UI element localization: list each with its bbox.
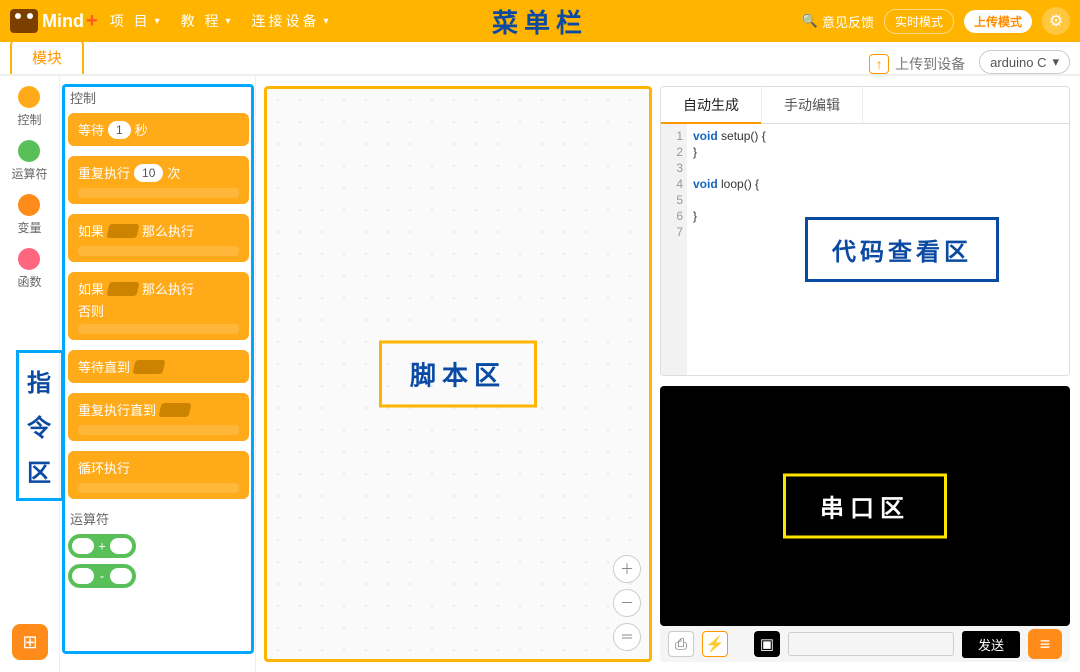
chevron-down-icon: ▾: [1052, 54, 1059, 70]
serial-panel: 串口区: [660, 386, 1070, 626]
chevron-down-icon: ▾: [324, 16, 332, 27]
code-panel: 自动生成 手动编辑 1234567 void setup() {}void lo…: [660, 86, 1070, 376]
category-functions[interactable]: 函数: [17, 248, 41, 290]
block-if[interactable]: 如果那么执行: [68, 214, 249, 262]
logo-plus: +: [86, 10, 98, 33]
palette-section-operators: 运算符: [70, 509, 249, 528]
code-area-annotation: 代码查看区: [805, 217, 999, 282]
block-forever[interactable]: 循环执行: [68, 451, 249, 499]
zoom-in-button[interactable]: ＋: [613, 555, 641, 583]
tab-blocks[interactable]: 模块: [10, 39, 84, 74]
block-if-else[interactable]: 如果那么执行 否则: [68, 272, 249, 340]
block-sub[interactable]: -: [68, 564, 136, 588]
block-wait[interactable]: 等待1秒: [68, 113, 249, 146]
block-palette: 控制 等待1秒 重复执行10次 如果那么执行 如果那么执行 否则 等待直到 重复…: [60, 76, 256, 672]
serial-area-annotation: 串口区: [783, 474, 947, 539]
main-area: 控制 运算符 变量 函数 ⊞ 控制 等待1秒 重复执行10次 如果那么执行 如果…: [0, 76, 1080, 672]
zoom-reset-button[interactable]: ＝: [613, 623, 641, 651]
category-operators[interactable]: 运算符: [11, 140, 47, 182]
chevron-down-icon: ▾: [226, 16, 234, 27]
menu-bar: Mind + 项 目▾ 教 程▾ 连接设备▾ 菜单栏 🔍意见反馈 实时模式 上传…: [0, 0, 1080, 42]
script-area-annotation: 脚本区: [379, 341, 537, 408]
mode-live-button[interactable]: 实时模式: [884, 9, 954, 34]
chevron-down-icon: ▾: [155, 16, 163, 27]
bool-slot: [107, 282, 140, 296]
tab-manual-edit[interactable]: 手动编辑: [762, 87, 863, 123]
terminal-icon[interactable]: ▣: [754, 631, 780, 657]
menu-icon[interactable]: ≡: [1028, 629, 1062, 659]
flash-icon[interactable]: ⚡: [702, 631, 728, 657]
menubar-annotation: 菜单栏: [492, 3, 588, 40]
robot-icon: [10, 9, 38, 33]
upload-to-device[interactable]: ↑ 上传到设备: [869, 54, 965, 74]
zoom-out-button[interactable]: －: [613, 589, 641, 617]
script-area[interactable]: 脚本区 ＋ － ＝: [264, 86, 652, 662]
bool-slot: [133, 360, 166, 374]
extensions-button[interactable]: ⊞: [12, 624, 48, 660]
send-button[interactable]: 发送: [962, 631, 1020, 658]
right-column: 自动生成 手动编辑 1234567 void setup() {}void lo…: [660, 76, 1080, 672]
search-icon: 🔍: [802, 13, 818, 29]
serial-input[interactable]: [788, 632, 954, 656]
block-add[interactable]: +: [68, 534, 136, 558]
sub-bar: 模块 ↑ 上传到设备 arduino C▾: [0, 42, 1080, 76]
logo-text: Mind: [42, 11, 84, 32]
bool-slot: [159, 403, 192, 417]
mode-upload-button[interactable]: 上传模式: [964, 10, 1032, 33]
usb-icon[interactable]: ⎙: [668, 631, 694, 657]
code-lines: void setup() {}void loop() {}: [687, 124, 772, 375]
bool-slot: [107, 224, 140, 238]
menu-project[interactable]: 项 目▾: [110, 11, 163, 31]
menu-items: 项 目▾ 教 程▾ 连接设备▾: [110, 11, 332, 31]
language-select[interactable]: arduino C▾: [979, 50, 1070, 74]
palette-annotation-label: 指 令 区: [16, 350, 64, 501]
palette-section-control: 控制: [70, 88, 249, 107]
block-wait-until[interactable]: 等待直到: [68, 350, 249, 383]
code-gutter: 1234567: [661, 124, 687, 375]
block-repeat-until[interactable]: 重复执行直到: [68, 393, 249, 441]
block-repeat-n[interactable]: 重复执行10次: [68, 156, 249, 204]
logo: Mind +: [10, 9, 98, 33]
tab-auto-generate[interactable]: 自动生成: [661, 87, 762, 123]
feedback-link[interactable]: 🔍意见反馈: [802, 12, 874, 31]
menu-connect[interactable]: 连接设备▾: [252, 11, 332, 31]
serial-toolbar: ⎙ ⚡ ▣ 发送 ≡: [660, 626, 1070, 662]
menu-tutorial[interactable]: 教 程▾: [181, 11, 234, 31]
category-variables[interactable]: 变量: [17, 194, 41, 236]
stage-controls: ＋ － ＝: [613, 555, 641, 651]
category-control[interactable]: 控制: [17, 86, 41, 128]
gear-icon[interactable]: ⚙: [1042, 7, 1070, 35]
upload-icon: ↑: [869, 54, 889, 74]
